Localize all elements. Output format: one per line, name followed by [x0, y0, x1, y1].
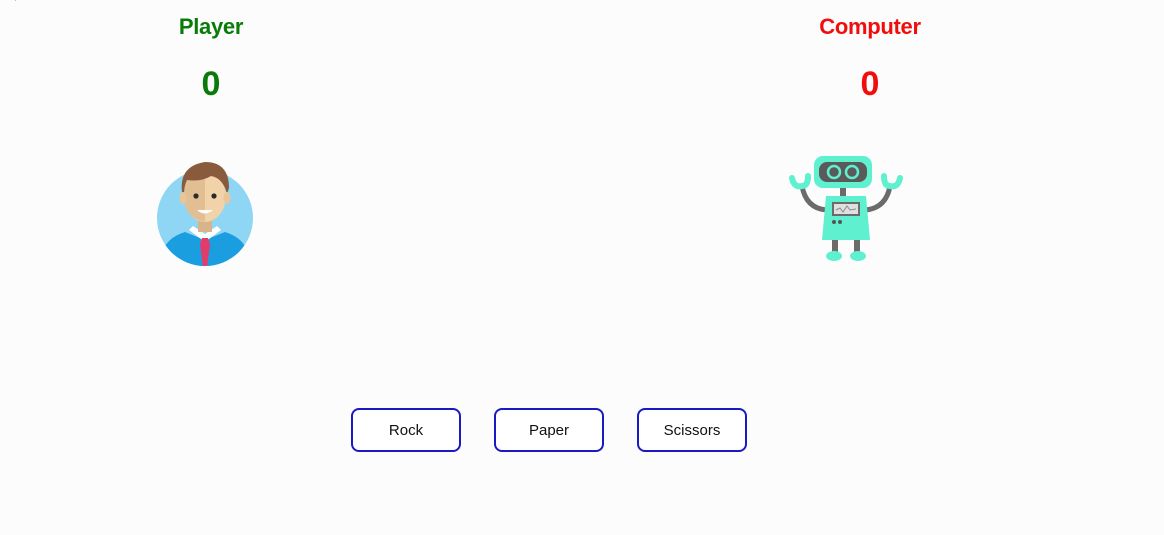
player-panel: Player 0: [91, 12, 331, 104]
corner-mark: ˀ: [14, 0, 18, 6]
choice-buttons: Rock Paper Scissors: [351, 408, 747, 452]
computer-title: Computer: [819, 14, 921, 39]
scissors-button[interactable]: Scissors: [637, 408, 747, 452]
game-stage: ˀ Player 0 Computer 0 Rock Paper Scissor…: [0, 0, 1164, 535]
computer-score: 0: [860, 65, 880, 103]
businessman-avatar-icon: [155, 160, 255, 268]
player-title: Player: [178, 14, 244, 39]
computer-panel: Computer 0: [750, 12, 990, 104]
robot-icon: [786, 152, 906, 264]
rock-button[interactable]: Rock: [351, 408, 461, 452]
paper-button[interactable]: Paper: [494, 408, 604, 452]
player-score: 0: [201, 65, 221, 103]
